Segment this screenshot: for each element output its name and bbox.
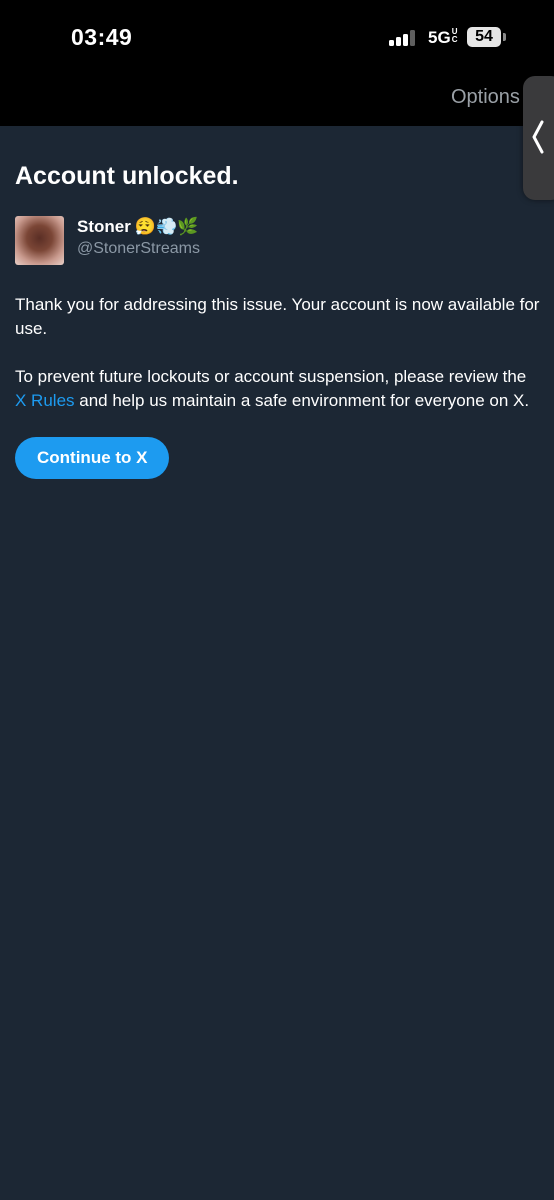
avatar bbox=[15, 216, 64, 265]
user-name: Stoner bbox=[77, 217, 131, 236]
rules-text-before: To prevent future lockouts or account su… bbox=[15, 367, 527, 386]
top-bar: 03:49 5GUC 54 Options bbox=[0, 0, 554, 126]
battery-icon: 54 bbox=[467, 27, 501, 47]
status-time: 03:49 bbox=[71, 24, 133, 50]
x-rules-link[interactable]: X Rules bbox=[15, 391, 75, 410]
network-suffix: UC bbox=[451, 27, 458, 44]
options-button[interactable]: Options bbox=[451, 86, 520, 109]
rules-paragraph: To prevent future lockouts or account su… bbox=[15, 365, 540, 413]
rules-text-after: and help us maintain a safe environment … bbox=[74, 391, 530, 410]
continue-button[interactable]: Continue to X bbox=[15, 437, 170, 479]
message-paragraph: Thank you for addressing this issue. You… bbox=[15, 295, 540, 338]
user-card: Stoner 😮‍💨💨🌿 @StonerStreams bbox=[15, 216, 540, 266]
user-name-emoji: 😮‍💨💨🌿 bbox=[134, 217, 199, 237]
user-display-name: Stoner 😮‍💨💨🌿 bbox=[77, 217, 198, 237]
battery-cap bbox=[503, 33, 506, 41]
user-handle: @StonerStreams bbox=[77, 240, 200, 257]
network-label: 5G bbox=[428, 28, 451, 47]
page-title: Account unlocked. bbox=[15, 162, 239, 190]
battery-level: 54 bbox=[475, 28, 493, 45]
main-content: Account unlocked. Stoner 😮‍💨💨🌿 @StonerStr… bbox=[15, 160, 540, 479]
chevron-left-icon bbox=[532, 120, 544, 154]
network-indicator: 5GUC bbox=[428, 28, 459, 48]
cellular-signal-icon bbox=[389, 30, 421, 46]
